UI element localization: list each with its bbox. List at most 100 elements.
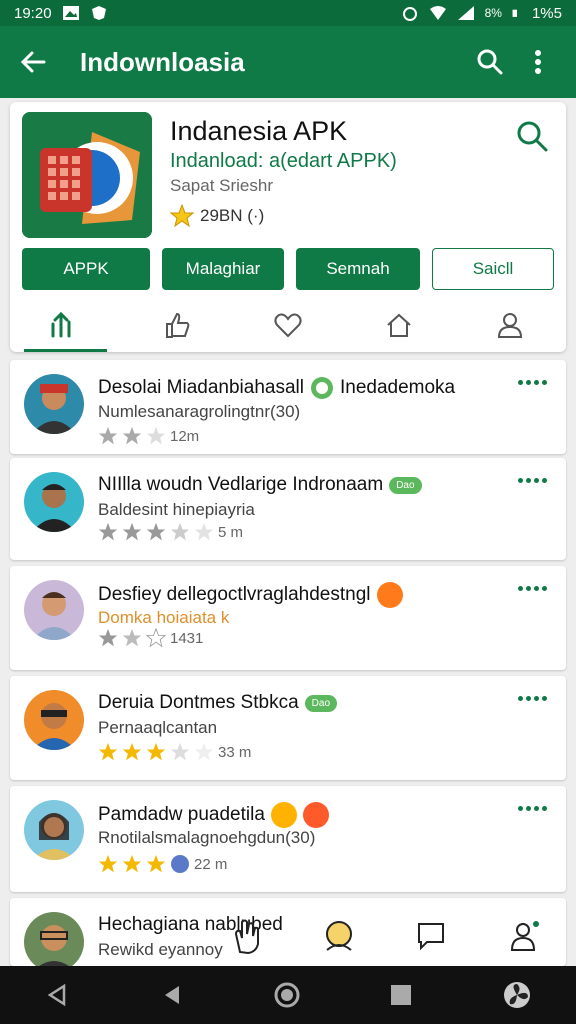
tab-bar xyxy=(10,298,566,352)
star-outline-icon xyxy=(194,522,214,541)
avatar[interactable] xyxy=(24,580,84,640)
list-item[interactable]: NIIlla woudn Vedlarige Indronaam Dao Bal… xyxy=(10,458,566,560)
star-icon xyxy=(122,522,142,541)
hand-icon[interactable] xyxy=(228,916,264,956)
tab-home[interactable] xyxy=(344,298,455,352)
poster-name: Desolai Miadanbiahasall xyxy=(98,377,304,398)
image-icon xyxy=(62,6,79,20)
signal-icon xyxy=(457,6,474,20)
star-icon xyxy=(122,854,142,873)
app-rating: 29BN (·) xyxy=(170,204,264,228)
app-rating-text: 29BN (·) xyxy=(200,206,265,225)
rating-stars: 5 m xyxy=(98,522,243,542)
avatar[interactable] xyxy=(24,374,84,434)
star-icon xyxy=(122,742,142,761)
star-outline-icon xyxy=(146,628,166,648)
search-button[interactable] xyxy=(470,42,510,82)
heart-icon xyxy=(274,313,302,338)
back-icon[interactable] xyxy=(44,982,70,1008)
action-buttons: APPK Malaghiar Semnah Saicll xyxy=(22,248,554,290)
back-arrow-icon[interactable] xyxy=(18,47,48,77)
poster-name: Desfiey dellegoctlvraglahdestngl xyxy=(98,584,371,605)
avatar[interactable] xyxy=(24,800,84,860)
system-nav-bar xyxy=(0,966,576,1024)
post-text: Baldesint hinepiayria xyxy=(98,500,255,519)
app-subtitle: Indanload: a(edart APPK) xyxy=(170,150,397,172)
more-vert-icon xyxy=(535,50,541,74)
post-text: Numlesanaragrolingtnr(30) xyxy=(98,402,301,421)
list-item[interactable]: Deruia Dontmes Stbkca Dao Pernaaqlcantan… xyxy=(10,676,566,780)
add-person-icon[interactable] xyxy=(506,918,542,954)
semnah-button[interactable]: Semnah xyxy=(296,248,420,290)
post-time: 5 m xyxy=(218,523,244,541)
post-time: 22 m xyxy=(194,855,228,873)
emoji-icon xyxy=(302,802,329,828)
star-icon xyxy=(146,854,166,873)
emoji-icon xyxy=(376,582,403,608)
globe-icon xyxy=(171,855,189,873)
star-icon xyxy=(98,854,118,873)
profile-icon xyxy=(498,313,523,338)
poster-name: Pamdadw puadetila xyxy=(98,804,265,825)
app-developer: Sapat Srieshr xyxy=(170,176,273,195)
tab-trending[interactable] xyxy=(10,298,121,352)
star-icon xyxy=(122,426,142,445)
app-bar: Indownloasia xyxy=(0,26,576,98)
list-item[interactable]: Desolai Miadanbiahasall Inedademoka Numl… xyxy=(10,360,566,454)
apk-button[interactable]: APPK xyxy=(22,248,150,290)
rating-stars: 33 m xyxy=(98,742,251,762)
star-icon xyxy=(98,742,118,761)
list-item[interactable]: Desfiey dellegoctlvraglahdestngl Domka h… xyxy=(10,566,566,670)
search-icon xyxy=(477,49,503,75)
alarm-icon xyxy=(402,7,417,21)
recents-icon[interactable] xyxy=(389,983,413,1007)
wifi-icon xyxy=(429,6,446,20)
saicll-button[interactable]: Saicll xyxy=(432,248,554,290)
post-time: 33 m xyxy=(218,743,252,761)
post-text: Rnotilalsmalagnoehgdun(30) xyxy=(98,828,316,847)
star-icon xyxy=(98,628,118,647)
app-bar-title: Indownloasia xyxy=(80,46,245,77)
avatar[interactable] xyxy=(24,690,84,750)
more-options-button[interactable] xyxy=(518,380,548,388)
star-outline-icon xyxy=(146,426,166,445)
tab-likes[interactable] xyxy=(121,298,232,352)
star-outline-icon xyxy=(194,742,214,761)
star-icon xyxy=(170,204,194,228)
shield-icon xyxy=(91,6,106,20)
fan-icon[interactable] xyxy=(502,980,532,1010)
emoji-icon xyxy=(270,802,297,828)
star-icon xyxy=(98,522,118,541)
status-time: 19:20 xyxy=(14,4,52,22)
tab-favorites[interactable] xyxy=(232,298,343,352)
star-icon xyxy=(146,522,166,541)
bottom-nav xyxy=(200,908,570,964)
avatar[interactable] xyxy=(24,912,84,966)
tab-profile[interactable] xyxy=(455,298,566,352)
home-button-icon[interactable] xyxy=(273,981,301,1009)
home-icon xyxy=(387,313,411,337)
post-text: Pernaaqlcantan xyxy=(98,718,218,737)
star-outline-icon xyxy=(170,742,190,761)
star-half-icon xyxy=(170,522,190,541)
star-icon xyxy=(146,742,166,761)
overflow-menu-button[interactable] xyxy=(518,42,558,82)
post-time: 1431 xyxy=(170,629,204,647)
rating-stars: 12m xyxy=(98,426,199,446)
star-half-icon xyxy=(122,628,142,647)
more-options-button[interactable] xyxy=(518,806,548,814)
more-options-button[interactable] xyxy=(518,696,548,704)
battery-text: 8% xyxy=(484,6,502,20)
status-bar: 19:20 8% 1%5 xyxy=(0,0,576,26)
more-options-button[interactable] xyxy=(518,586,548,594)
battery-icon xyxy=(512,9,517,17)
more-options-button[interactable] xyxy=(518,478,548,486)
chat-icon[interactable] xyxy=(413,918,449,954)
list-item[interactable]: Pamdadw puadetila Rnotilalsmalagnoehgdun… xyxy=(10,786,566,892)
malaghiar-button[interactable]: Malaghiar xyxy=(162,248,284,290)
smiley-icon[interactable] xyxy=(321,918,357,954)
poster-name: Deruia Dontmes Stbkca xyxy=(98,692,299,713)
back-filled-icon[interactable] xyxy=(159,982,185,1008)
search-icon[interactable] xyxy=(514,118,550,154)
avatar[interactable] xyxy=(24,472,84,532)
